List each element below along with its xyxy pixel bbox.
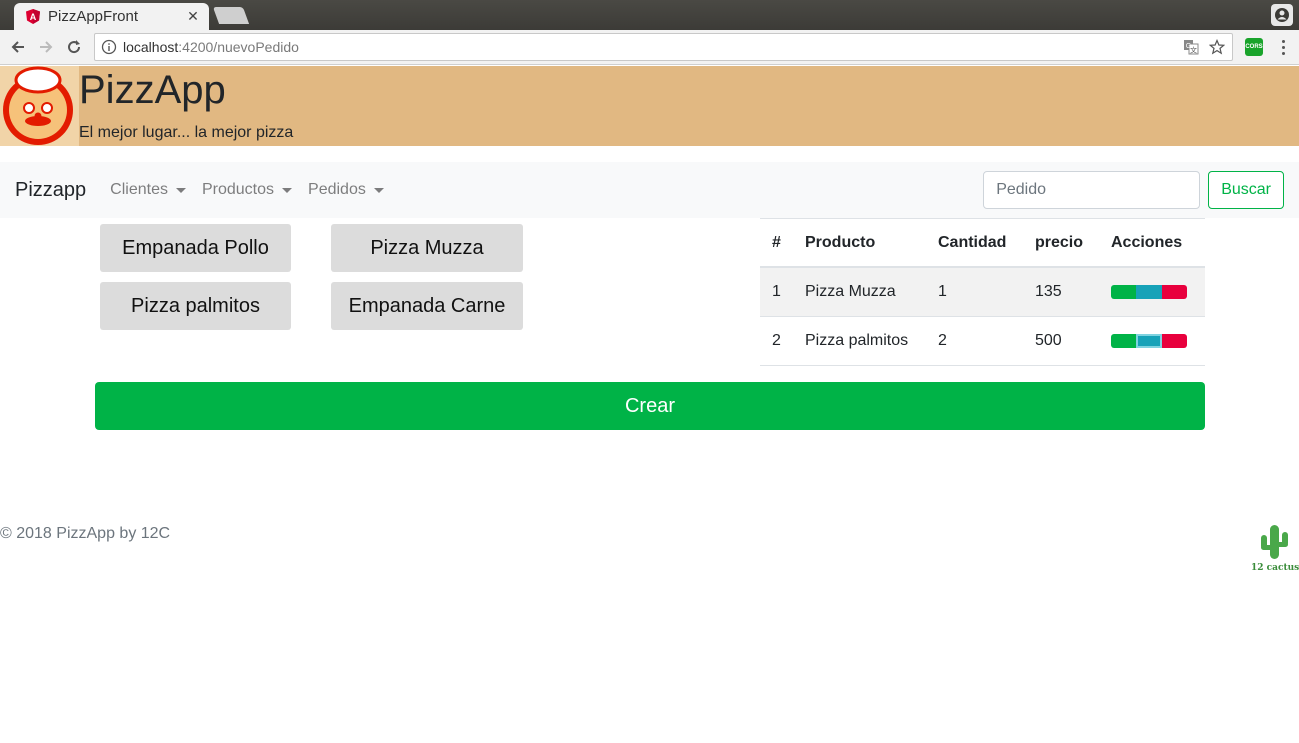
forward-icon[interactable] — [34, 35, 58, 59]
delete-button[interactable] — [1161, 334, 1187, 348]
svg-text:A: A — [30, 12, 37, 22]
url-path: :4200/nuevoPedido — [178, 39, 299, 55]
action-buttons — [1111, 285, 1187, 299]
info-icon[interactable] — [101, 39, 117, 55]
add-button[interactable] — [1111, 334, 1137, 348]
row-actions — [1111, 285, 1205, 299]
delete-button[interactable] — [1161, 285, 1187, 299]
product-button-pizza-muzza[interactable]: Pizza Muzza — [331, 224, 523, 272]
browser-tabstrip: A PizzAppFront ✕ — [0, 0, 1299, 30]
header-banner: PizzApp El mejor lugar... la mejor pizza — [0, 66, 1299, 146]
url-host: localhost — [123, 39, 179, 55]
profile-icon[interactable] — [1271, 4, 1293, 26]
cors-extension-icon[interactable]: CORS — [1245, 38, 1263, 56]
search-input[interactable] — [983, 171, 1201, 209]
nav-pedidos-label: Pedidos — [308, 181, 366, 198]
reload-icon[interactable] — [62, 35, 86, 59]
tab-title: PizzAppFront — [48, 8, 139, 25]
action-buttons — [1111, 334, 1187, 348]
caret-down-icon — [373, 187, 384, 193]
column-header: # — [772, 233, 781, 251]
angular-icon: A — [26, 9, 40, 24]
product-button-pizza-palmitos[interactable]: Pizza palmitos — [100, 282, 291, 330]
row-number: 1 — [772, 283, 781, 300]
page-title: PizzApp — [79, 68, 226, 112]
footer-text: © 2018 PizzApp by 12C — [0, 525, 171, 542]
edit-button[interactable] — [1136, 334, 1162, 348]
cactus-logo-label: 12 cactus — [1251, 563, 1299, 573]
table-row: 2 Pizza palmitos 2 500 — [760, 317, 1205, 366]
new-tab-button[interactable] — [212, 7, 250, 24]
column-header: precio — [1035, 233, 1084, 251]
browser-tab[interactable]: A PizzAppFront ✕ — [14, 3, 209, 30]
row-product: Pizza palmitos — [805, 332, 909, 349]
browser-menu-icon[interactable] — [1273, 39, 1293, 55]
nav-productos[interactable]: Productos — [201, 181, 293, 199]
address-bar[interactable]: localhost:4200/nuevoPedido 文G — [94, 33, 1233, 61]
row-actions — [1111, 334, 1205, 348]
row-quantity: 2 — [938, 332, 947, 349]
row-price: 135 — [1035, 283, 1062, 300]
row-price: 500 — [1035, 332, 1062, 349]
order-table: # Producto Cantidad precio Acciones 1 Pi… — [760, 218, 1205, 366]
nav-clientes-label: Clientes — [110, 181, 168, 198]
caret-down-icon — [282, 187, 293, 193]
edit-button[interactable] — [1136, 285, 1162, 299]
create-button[interactable]: Crear — [95, 382, 1205, 430]
column-header: Producto — [805, 233, 876, 251]
caret-down-icon — [175, 187, 186, 193]
product-button-empanada-carne[interactable]: Empanada Carne — [331, 282, 523, 330]
nav-clientes[interactable]: Clientes — [110, 181, 186, 199]
browser-toolbar: localhost:4200/nuevoPedido 文G CORS — [0, 30, 1299, 65]
nav-pedidos[interactable]: Pedidos — [308, 181, 384, 199]
nav-productos-label: Productos — [201, 181, 275, 198]
search-button[interactable]: Buscar — [1208, 171, 1284, 209]
navbar: Pizzapp Clientes Productos Pedidos Busca… — [0, 162, 1299, 218]
row-quantity: 1 — [938, 283, 947, 300]
column-header: Acciones — [1111, 233, 1183, 251]
row-product: Pizza Muzza — [805, 283, 896, 300]
chef-logo — [0, 66, 79, 146]
svg-text:G: G — [1186, 43, 1191, 50]
table-row: 1 Pizza Muzza 1 135 — [760, 268, 1205, 317]
column-header: Cantidad — [938, 233, 1007, 251]
row-number: 2 — [772, 332, 781, 349]
navbar-brand[interactable]: Pizzapp — [15, 179, 86, 202]
table-header: # Producto Cantidad precio Acciones — [760, 219, 1205, 268]
page-subtitle: El mejor lugar... la mejor pizza — [79, 124, 294, 141]
translate-icon[interactable]: 文G — [1182, 38, 1200, 56]
add-button[interactable] — [1111, 285, 1137, 299]
back-icon[interactable] — [6, 35, 30, 59]
star-icon[interactable] — [1208, 38, 1226, 56]
product-button-empanada-pollo[interactable]: Empanada Pollo — [100, 224, 291, 272]
close-tab-icon[interactable]: ✕ — [185, 8, 201, 25]
